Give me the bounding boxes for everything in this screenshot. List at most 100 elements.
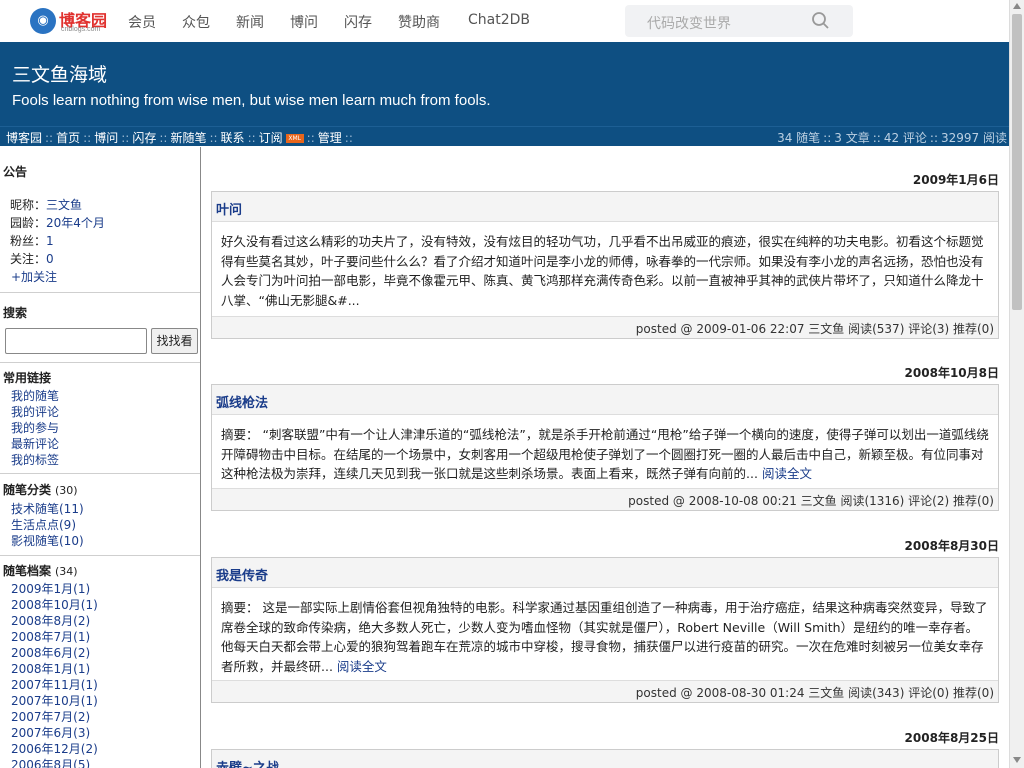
post-summary: 摘要： “刺客联盟”中有一个让人津津乐道的“弧线枪法”，就是杀手开枪前通过“甩枪… xyxy=(212,415,998,488)
menu-item-ask[interactable]: 博问 xyxy=(94,131,118,145)
menu-item-cnblogs[interactable]: 博客园 xyxy=(6,131,42,145)
blog-stats: 34 随笔:: 3 文章:: 42 评论:: 32997 阅读 xyxy=(777,131,1007,145)
archive-item[interactable]: 2008年1月(1) xyxy=(11,660,90,677)
archive-item[interactable]: 2008年10月(1) xyxy=(11,596,98,613)
read-more-link[interactable]: 阅读全文 xyxy=(762,466,812,481)
profile-age: 园龄：20年4个月 xyxy=(10,214,105,231)
profile-following-link[interactable]: 0 xyxy=(46,252,54,266)
notice-title: 公告 xyxy=(3,165,28,179)
post-title[interactable]: 赤壁~之战 xyxy=(212,750,998,768)
profile-label: 关注： xyxy=(10,252,47,266)
site-search-box[interactable]: 代码改变世界 xyxy=(625,5,853,37)
archive-count: (34) xyxy=(55,565,78,578)
read-more-link[interactable]: 阅读全文 xyxy=(337,659,387,674)
menu-item-subscribe[interactable]: 订阅 xyxy=(259,131,283,145)
archive-item[interactable]: 2007年10月(1) xyxy=(11,692,98,709)
blog-header: 三文鱼海域 Fools learn nothing from wise men,… xyxy=(0,42,1009,126)
nav-link-crowdsource[interactable]: 众包 xyxy=(182,12,210,32)
blog-title[interactable]: 三文鱼海域 xyxy=(12,60,107,87)
site-search-input[interactable]: 代码改变世界 xyxy=(647,13,731,33)
common-links-title: 常用链接 xyxy=(3,371,52,385)
scroll-up-arrow-icon[interactable] xyxy=(1013,3,1021,9)
link-latest-comments[interactable]: 最新评论 xyxy=(11,435,59,452)
logo-subtext: cnblogs.com xyxy=(61,26,101,33)
post-card: 我是传奇 摘要： 这是一部实际上剧情俗套但视角独特的电影。科学家通过基因重组创造… xyxy=(211,557,999,703)
archive-item[interactable]: 2007年6月(3) xyxy=(11,724,90,741)
post-title[interactable]: 叶问 xyxy=(212,192,998,222)
nav-link-chat2db[interactable]: Chat2DB xyxy=(468,12,530,28)
stat-articles: 3 文章 xyxy=(834,131,870,145)
post-summary-text: 摘要： “刺客联盟”中有一个让人津津乐道的“弧线枪法”，就是杀手开枪前通过“甩枪… xyxy=(221,427,989,481)
post-date-header: 2008年8月30日 xyxy=(904,539,999,553)
divider xyxy=(0,473,200,474)
archive-item[interactable]: 2007年7月(2) xyxy=(11,708,90,725)
nav-link-members[interactable]: 会员 xyxy=(128,12,156,32)
divider xyxy=(0,362,200,363)
nav-link-news[interactable]: 新闻 xyxy=(236,12,264,32)
post-title[interactable]: 我是传奇 xyxy=(212,558,998,588)
nav-link-flash[interactable]: 闪存 xyxy=(344,12,372,32)
post-date-header: 2009年1月6日 xyxy=(912,173,999,187)
post-footer: posted @ 2008-10-08 00:21 三文鱼 阅读(1316) 评… xyxy=(212,488,998,510)
profile-nickname: 昵称：三文鱼 xyxy=(10,196,82,213)
archive-title: 随笔档案 (34) xyxy=(3,562,78,579)
profile-nickname-link[interactable]: 三文鱼 xyxy=(46,198,82,212)
top-nav: ◉ 博客园 cnblogs.com 会员 众包 新闻 博问 闪存 赞助商 Cha… xyxy=(0,0,1009,42)
nav-link-sponsors[interactable]: 赞助商 xyxy=(398,12,440,32)
category-life[interactable]: 生活点点(9) xyxy=(11,516,76,533)
archive-item[interactable]: 2007年11月(1) xyxy=(11,676,98,693)
post-title[interactable]: 弧线枪法 xyxy=(212,385,998,415)
page-scrollbar[interactable] xyxy=(1009,0,1024,768)
main-content: 2009年1月6日 叶问 好久没有看过这么精彩的功夫片了，没有特效，没有炫目的轻… xyxy=(201,147,1009,768)
stat-posts: 34 随笔 xyxy=(777,131,821,145)
stat-comments: 42 评论 xyxy=(883,131,927,145)
profile-label: 园龄： xyxy=(10,216,47,230)
divider xyxy=(0,555,200,556)
post-summary: 摘要： 这是一部实际上剧情俗套但视角独特的电影。科学家通过基因重组创造了一种病毒… xyxy=(212,588,998,680)
link-my-comments[interactable]: 我的评论 xyxy=(11,403,59,420)
categories-title-text: 随笔分类 xyxy=(3,483,52,497)
scrollbar-thumb[interactable] xyxy=(1012,14,1022,310)
post-footer: posted @ 2008-08-30 01:24 三文鱼 阅读(343) 评论… xyxy=(212,680,998,702)
post-summary-text: 好久没有看过这么精彩的功夫片了，没有特效，没有炫目的轻功气功，几乎看不出吊威亚的… xyxy=(221,234,984,308)
categories-title: 随笔分类 (30) xyxy=(3,481,78,498)
menu-item-new-post[interactable]: 新随笔 xyxy=(170,131,206,145)
post-card: 赤壁~之战 xyxy=(211,749,999,768)
archive-item[interactable]: 2006年8月(5) xyxy=(11,756,90,768)
profile-label: 粉丝： xyxy=(10,234,47,248)
profile-fans: 粉丝：1 xyxy=(10,232,54,249)
archive-title-text: 随笔档案 xyxy=(3,564,52,578)
blog-menu-bar: 博客园:: 首页:: 博问:: 闪存:: 新随笔:: 联系:: 订阅 XML:: 管理:: 34… xyxy=(0,126,1009,146)
link-my-participation[interactable]: 我的参与 xyxy=(11,419,59,436)
link-my-posts[interactable]: 我的随笔 xyxy=(11,387,59,404)
nav-link-ask[interactable]: 博问 xyxy=(290,12,318,32)
post-card: 叶问 好久没有看过这么精彩的功夫片了，没有特效，没有炫目的轻功气功，几乎看不出吊… xyxy=(211,191,999,339)
search-icon[interactable] xyxy=(811,11,831,31)
archive-item[interactable]: 2008年7月(1) xyxy=(11,628,90,645)
divider xyxy=(0,292,200,293)
site-logo[interactable]: ◉ 博客园 cnblogs.com xyxy=(30,6,110,36)
follow-button[interactable]: +加关注 xyxy=(11,268,57,285)
menu-item-contact[interactable]: 联系 xyxy=(221,131,245,145)
scroll-down-arrow-icon[interactable] xyxy=(1013,757,1021,763)
profile-label: 昵称： xyxy=(10,198,47,212)
profile-age-link[interactable]: 20年4个月 xyxy=(46,216,105,230)
archive-item[interactable]: 2009年1月(1) xyxy=(11,580,90,597)
archive-item[interactable]: 2006年12月(2) xyxy=(11,740,98,757)
profile-fans-link[interactable]: 1 xyxy=(46,234,54,248)
sidebar-search-input[interactable] xyxy=(5,328,147,354)
profile-following: 关注：0 xyxy=(10,250,54,267)
menu-item-flash[interactable]: 闪存 xyxy=(132,131,156,145)
rss-xml-icon[interactable]: XML xyxy=(285,134,304,143)
archive-item[interactable]: 2008年6月(2) xyxy=(11,644,90,661)
menu-item-manage[interactable]: 管理 xyxy=(318,131,342,145)
sidebar-search-button[interactable]: 找找看 xyxy=(151,328,198,354)
post-summary: 好久没有看过这么精彩的功夫片了，没有特效，没有炫目的轻功气功，几乎看不出吊威亚的… xyxy=(212,222,998,316)
archive-item[interactable]: 2008年8月(2) xyxy=(11,612,90,629)
link-my-tags[interactable]: 我的标签 xyxy=(11,451,59,468)
post-date-header: 2008年10月8日 xyxy=(904,366,999,380)
blog-subtitle: Fools learn nothing from wise men, but w… xyxy=(12,92,491,109)
menu-item-home[interactable]: 首页 xyxy=(56,131,80,145)
category-film[interactable]: 影视随笔(10) xyxy=(11,532,84,549)
category-tech[interactable]: 技术随笔(11) xyxy=(11,500,84,517)
